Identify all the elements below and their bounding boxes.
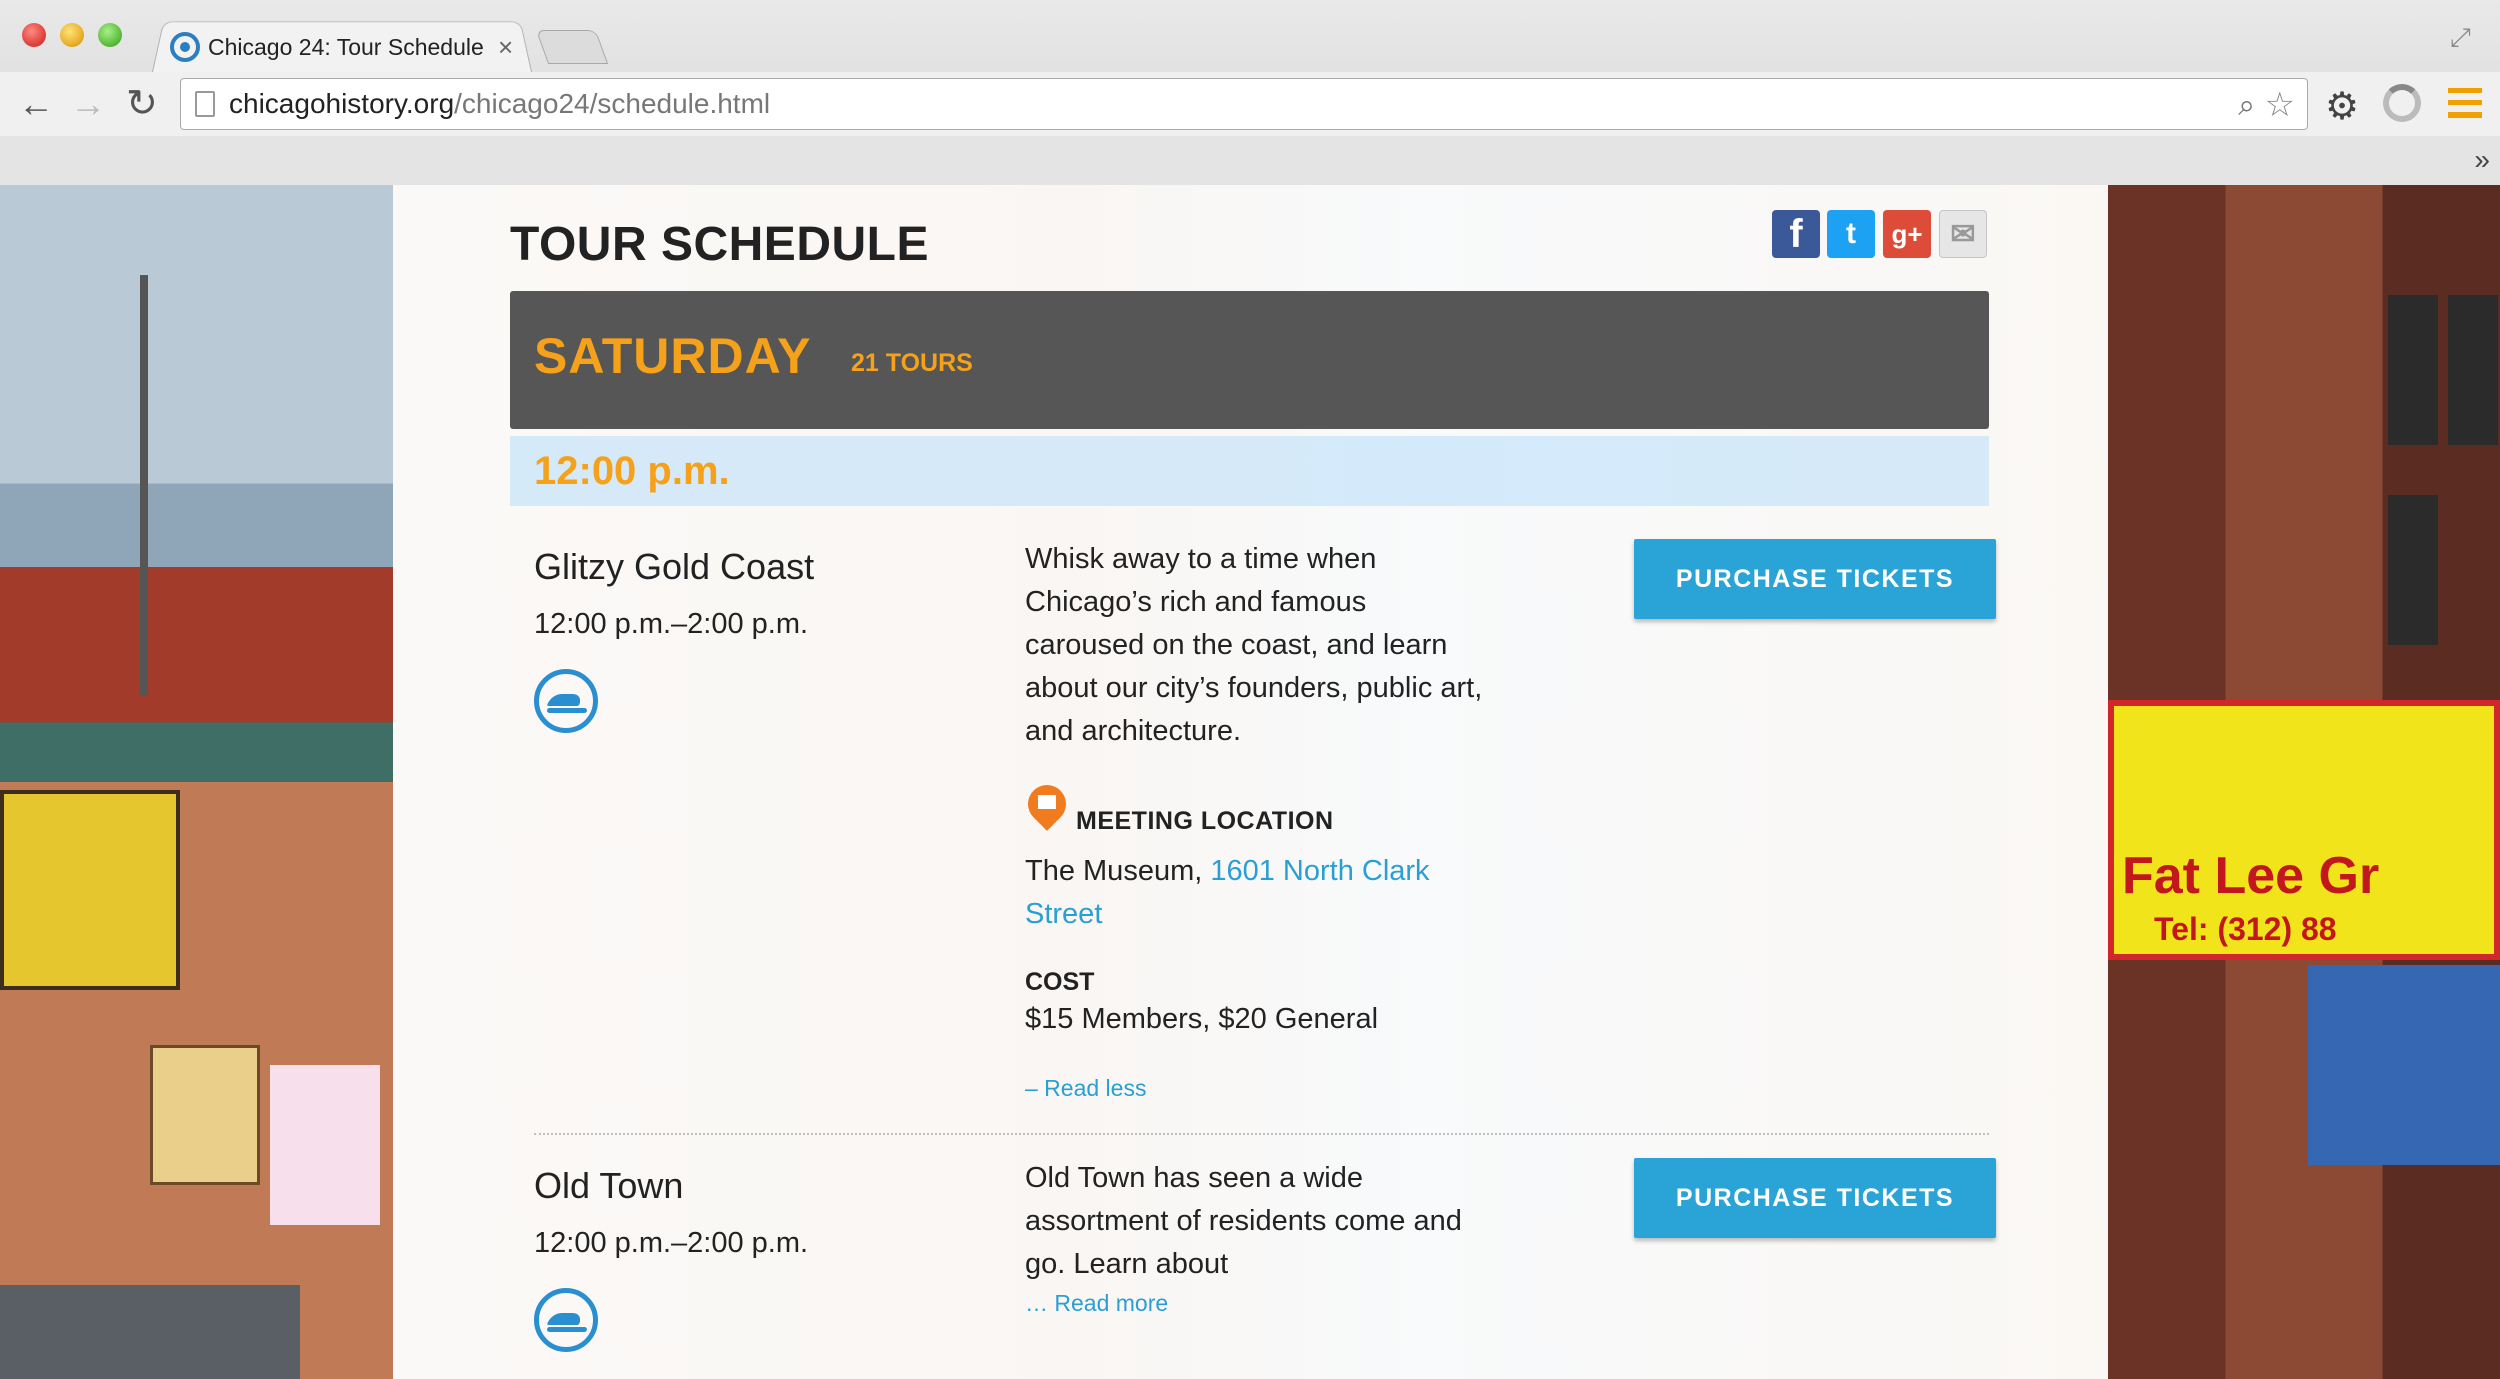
tour-divider: [534, 1133, 1989, 1135]
restaurant-sign: Fat Lee Gr Tel: (312) 88: [2108, 700, 2500, 960]
page-viewport: Fat Lee Gr Tel: (312) 88 TOUR SCHEDULE f…: [0, 185, 2500, 1379]
url-path: /chicago24/schedule.html: [454, 88, 771, 119]
forward-arrow-icon[interactable]: →: [70, 86, 106, 122]
fullscreen-icon[interactable]: ⤢: [2450, 22, 2471, 54]
building-window: [2388, 295, 2438, 445]
walking-tour-icon: [534, 669, 598, 733]
browser-toolbar: ← → ↻ chicagohistory.org/chicago24/sched…: [0, 72, 2500, 136]
day-header[interactable]: SATURDAY 21 TOURS: [510, 291, 1989, 429]
chinatown-sign: [0, 790, 180, 990]
background-photo-left: [0, 185, 393, 1379]
building-window: [2448, 295, 2498, 445]
shop-sign: [150, 1045, 260, 1185]
background-photo-right: Fat Lee Gr Tel: (312) 88: [2108, 185, 2500, 1379]
gear-icon[interactable]: ⚙: [2325, 84, 2359, 129]
new-tab-button[interactable]: [535, 30, 609, 64]
blue-awning: [2308, 965, 2500, 1165]
day-name: SATURDAY: [534, 328, 812, 384]
restaurant-sign-name: Fat Lee Gr: [2122, 847, 2380, 905]
back-arrow-icon[interactable]: ←: [18, 86, 54, 122]
purchase-tickets-button[interactable]: PURCHASE TICKETS: [1634, 539, 1996, 619]
cost-value: $15 Members, $20 General: [1025, 1003, 1379, 1035]
walking-tour-icon: [534, 1288, 598, 1352]
cost-label: COST: [1025, 968, 1095, 996]
browser-chrome: Chicago 24: Tour Schedule × ⤢ ← → ↻ chic…: [0, 0, 2500, 185]
map-pin-icon: [1020, 777, 1074, 837]
reload-icon[interactable]: ↻: [126, 85, 158, 123]
time-slot-header: 12:00 p.m.: [510, 436, 1989, 506]
tour-description: Whisk away to a time when Chicago’s rich…: [1025, 543, 1483, 747]
tour-time: 12:00 p.m.–2:00 p.m.: [534, 608, 809, 640]
restaurant-sign-phone: Tel: (312) 88: [2154, 911, 2337, 947]
google-plus-share-icon[interactable]: g+: [1883, 210, 1931, 258]
email-share-icon[interactable]: ✉: [1939, 210, 1987, 258]
close-window-button[interactable]: [22, 23, 46, 47]
meeting-place: The Museum,: [1025, 855, 1211, 887]
tour-time: 12:00 p.m.–2:00 p.m.: [534, 1227, 809, 1259]
bookmarks-overflow-chevron-icon[interactable]: »: [2474, 144, 2490, 176]
url-host: chicagohistory.org: [229, 88, 455, 119]
zoom-window-button[interactable]: [98, 23, 122, 47]
favicon-icon: [170, 32, 200, 62]
twitter-share-icon[interactable]: t: [1827, 210, 1875, 258]
tour-name: Old Town: [534, 1165, 684, 1206]
minimize-window-button[interactable]: [60, 23, 84, 47]
tab-label-group: Chicago 24: Tour Schedule: [170, 30, 484, 64]
tour-description: Old Town has seen a wide assortment of r…: [1025, 1162, 1462, 1280]
facebook-share-icon[interactable]: f: [1772, 210, 1820, 258]
tab-title: Chicago 24: Tour Schedule: [208, 33, 484, 60]
tour-name: Glitzy Gold Coast: [534, 546, 815, 587]
page-title: TOUR SCHEDULE: [510, 218, 929, 271]
tab-close-icon[interactable]: ×: [498, 30, 513, 64]
building-window: [2388, 495, 2438, 645]
search-icon[interactable]: ⌕: [2238, 89, 2255, 123]
bookmarks-bar: »: [0, 136, 2500, 185]
extension-icon[interactable]: [2383, 84, 2421, 122]
flagpole: [140, 275, 148, 695]
read-more-link[interactable]: … Read more: [1025, 1290, 1168, 1317]
read-less-link[interactable]: – Read less: [1025, 1075, 1146, 1102]
address-bar[interactable]: chicagohistory.org/chicago24/schedule.ht…: [180, 78, 2308, 130]
purchase-tickets-button[interactable]: PURCHASE TICKETS: [1634, 1158, 1996, 1238]
meeting-location-label: MEETING LOCATION: [1076, 807, 1334, 835]
menu-icon[interactable]: [2448, 88, 2482, 118]
bookmark-star-icon[interactable]: ☆: [2265, 85, 2295, 125]
tab-strip: Chicago 24: Tour Schedule × ⤢: [0, 0, 2500, 72]
time-slot-label: 12:00 p.m.: [534, 449, 730, 493]
meeting-location-text: The Museum, 1601 North Clark Street: [1025, 850, 1485, 936]
page-icon: [195, 91, 215, 117]
tour-count: 21 TOURS: [851, 349, 973, 377]
handbag-sign: [270, 1065, 380, 1225]
schedule-content: TOUR SCHEDULE f t g+ ✉ SATURDAY 21 TOURS…: [393, 185, 2108, 1379]
parked-van: [0, 1285, 300, 1379]
